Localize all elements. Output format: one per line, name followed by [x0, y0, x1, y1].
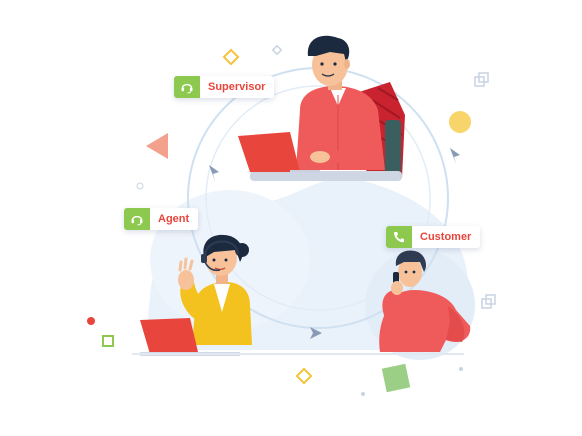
role-tag-supervisor: Supervisor	[174, 76, 275, 98]
role-label-supervisor: Supervisor	[208, 81, 266, 93]
flow-arrow-icon	[209, 165, 219, 181]
triangle-shape	[146, 133, 168, 159]
ground-line	[132, 353, 464, 355]
red-dot	[87, 317, 95, 325]
role-label-agent: Agent	[158, 213, 190, 225]
small-dot	[136, 182, 144, 190]
diamond-shape	[295, 367, 313, 385]
headset-icon	[174, 76, 200, 98]
role-tag-agent: Agent	[124, 208, 199, 230]
square-shape	[381, 363, 411, 393]
headset-icon	[124, 208, 150, 230]
window-icon	[474, 72, 496, 309]
role-tag-customer: Customer	[386, 226, 481, 248]
small-dot	[361, 392, 365, 396]
call-center-illustration	[87, 35, 496, 396]
supervisor-figure	[238, 35, 405, 181]
role-label-customer: Customer	[420, 231, 472, 243]
flow-arrow-icon	[450, 148, 460, 164]
square-shape	[102, 335, 114, 347]
diamond-shape	[271, 44, 283, 56]
diamond-shape	[222, 48, 240, 66]
small-dot	[459, 367, 463, 371]
yellow-dot	[449, 111, 471, 133]
phone-icon	[386, 226, 412, 248]
